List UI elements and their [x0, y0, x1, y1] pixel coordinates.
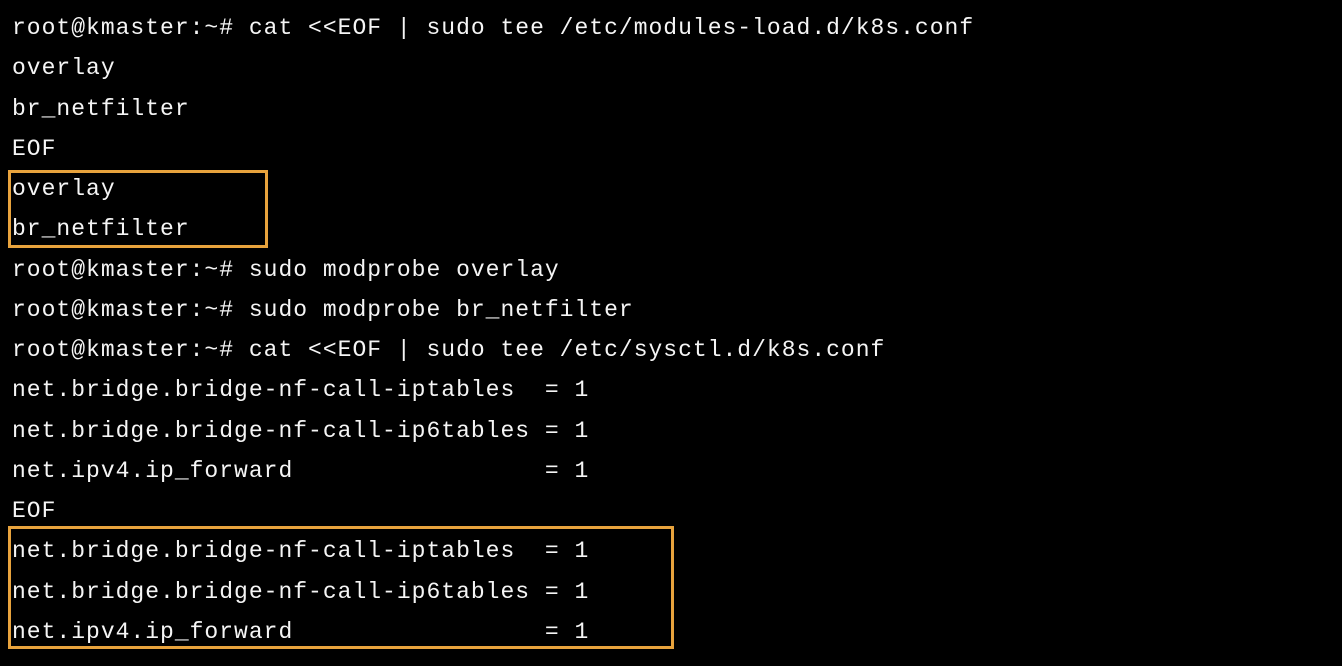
terminal-output[interactable]: root@kmaster:~# cat <<EOF | sudo tee /et…: [12, 8, 1330, 652]
terminal-line: EOF: [12, 491, 1330, 531]
terminal-line: overlay: [12, 48, 1330, 88]
terminal-line: root@kmaster:~# cat <<EOF | sudo tee /et…: [12, 330, 1330, 370]
terminal-line: net.bridge.bridge-nf-call-iptables = 1: [12, 370, 1330, 410]
terminal-line: root@kmaster:~# sudo modprobe overlay: [12, 250, 1330, 290]
terminal-line: root@kmaster:~# sudo modprobe br_netfilt…: [12, 290, 1330, 330]
terminal-line: overlay: [12, 169, 1330, 209]
terminal-line: net.bridge.bridge-nf-call-iptables = 1: [12, 531, 1330, 571]
terminal-line: br_netfilter: [12, 209, 1330, 249]
terminal-line: net.bridge.bridge-nf-call-ip6tables = 1: [12, 572, 1330, 612]
terminal-line: root@kmaster:~# cat <<EOF | sudo tee /et…: [12, 8, 1330, 48]
terminal-line: net.ipv4.ip_forward = 1: [12, 612, 1330, 652]
terminal-line: EOF: [12, 129, 1330, 169]
terminal-line: net.ipv4.ip_forward = 1: [12, 451, 1330, 491]
terminal-line: br_netfilter: [12, 89, 1330, 129]
terminal-line: net.bridge.bridge-nf-call-ip6tables = 1: [12, 411, 1330, 451]
